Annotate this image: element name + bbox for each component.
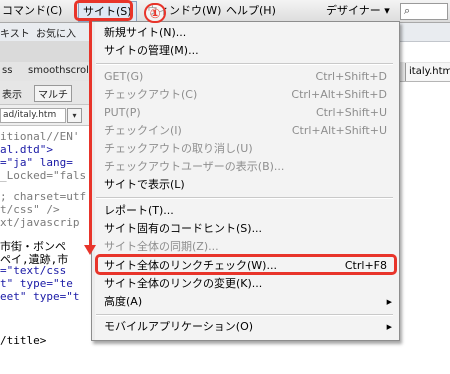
file-tab-smoothscroll[interactable]: smoothscroll.j <box>28 65 98 76</box>
search-input[interactable]: ⌕ <box>400 3 448 20</box>
menu-item-code-hints[interactable]: サイト固有のコードヒント(S)... <box>104 220 262 238</box>
menu-shortcut: Ctrl+Shift+U <box>315 106 387 119</box>
menu-item-show-checkout-user[interactable]: チェックアウトユーザーの表示(B)... <box>104 158 284 176</box>
code-line: itional//EN' <box>0 130 80 143</box>
menu-item-view-in-site[interactable]: サイトで表示(L) <box>104 176 185 194</box>
document-toolbar: 表示 マルチ <box>0 81 90 105</box>
menu-help[interactable]: ヘルプ(H) <box>226 3 276 19</box>
menu-shortcut: Ctrl+Alt+Shift+D <box>291 88 387 101</box>
submenu-arrow-icon: ▶ <box>386 323 392 331</box>
menu-item-checkout[interactable]: チェックアウト(C) <box>104 86 197 104</box>
search-icon: ⌕ <box>404 4 411 17</box>
code-line: ="text/css <box>0 264 67 277</box>
menubar: コマンド(C) サイト(S) ウィンドウ(W) ヘルプ(H) デザイナー ▾ ⌕ <box>0 0 450 23</box>
code-line: /title> <box>0 334 47 347</box>
menu-separator <box>96 314 393 316</box>
menu-item-new-site[interactable]: 新規サイト(N)... <box>104 24 186 42</box>
menu-item-advanced[interactable]: 高度(A) <box>104 293 142 311</box>
path-field[interactable]: ad/italy.htm <box>0 108 66 123</box>
code-line: ="ja" lang= <box>0 156 73 169</box>
menu-item-change-links-sitewide[interactable]: サイト全体のリンクの変更(K)... <box>104 275 262 293</box>
annotation-arrow-head-icon <box>84 245 96 255</box>
highlight-site-menu <box>74 0 133 21</box>
file-tab-ss[interactable]: ss <box>2 65 12 76</box>
step-number-badge: ① <box>144 3 166 23</box>
file-tab-italy[interactable]: italy.html <box>405 63 450 81</box>
highlight-link-check-item <box>95 254 397 275</box>
multi-view-button[interactable]: マルチ <box>34 85 72 102</box>
code-line: eet" type="t <box>0 290 80 303</box>
menu-item-mobile-apps[interactable]: モバイルアプリケーション(O) <box>104 318 253 336</box>
menu-separator <box>96 197 393 199</box>
site-menu-dropdown: 新規サイト(N)... サイトの管理(M)... GET(G) Ctrl+Shi… <box>91 21 400 341</box>
menu-item-undo-checkout[interactable]: チェックアウトの取り消し(U) <box>104 140 253 158</box>
menu-item-put[interactable]: PUT(P) <box>104 104 141 122</box>
path-dropdown-icon[interactable]: ▾ <box>67 108 82 123</box>
view-label: 表示 <box>2 90 22 101</box>
code-line: t" type="te <box>0 277 73 290</box>
menu-gutter <box>92 22 95 340</box>
menu-command[interactable]: コマンド(C) <box>2 3 62 19</box>
menu-shortcut: Ctrl+Alt+Shift+U <box>291 124 387 137</box>
menu-item-reports[interactable]: レポート(T)... <box>104 202 174 220</box>
menu-separator <box>96 63 393 65</box>
menu-item-checkin[interactable]: チェックイン(I) <box>104 122 182 140</box>
submenu-arrow-icon: ▶ <box>386 298 392 306</box>
menu-item-get[interactable]: GET(G) <box>104 68 143 86</box>
tab-text[interactable]: キスト <box>0 25 30 40</box>
menu-shortcut: Ctrl+Shift+D <box>315 70 387 83</box>
code-line: xt/javascrip <box>0 216 80 229</box>
code-line: t/css" /> <box>0 203 60 216</box>
code-line: al.dtd"> <box>0 143 53 156</box>
panel-gap <box>0 41 90 62</box>
tab-favorites[interactable]: お気に入 <box>36 25 76 40</box>
code-line: _Locked="fals <box>0 169 87 182</box>
document-area-right <box>398 82 450 374</box>
address-bar: ad/italy.htm ▾ <box>0 105 90 126</box>
code-line: ; charset=utf <box>0 190 87 203</box>
annotation-arrow-line <box>89 20 92 246</box>
workspace-switcher[interactable]: デザイナー ▾ <box>326 3 390 19</box>
code-view[interactable]: itional//EN' al.dtd"> ="ja" lang= _Locke… <box>0 128 92 374</box>
menu-item-manage-sites[interactable]: サイトの管理(M)... <box>104 42 199 60</box>
